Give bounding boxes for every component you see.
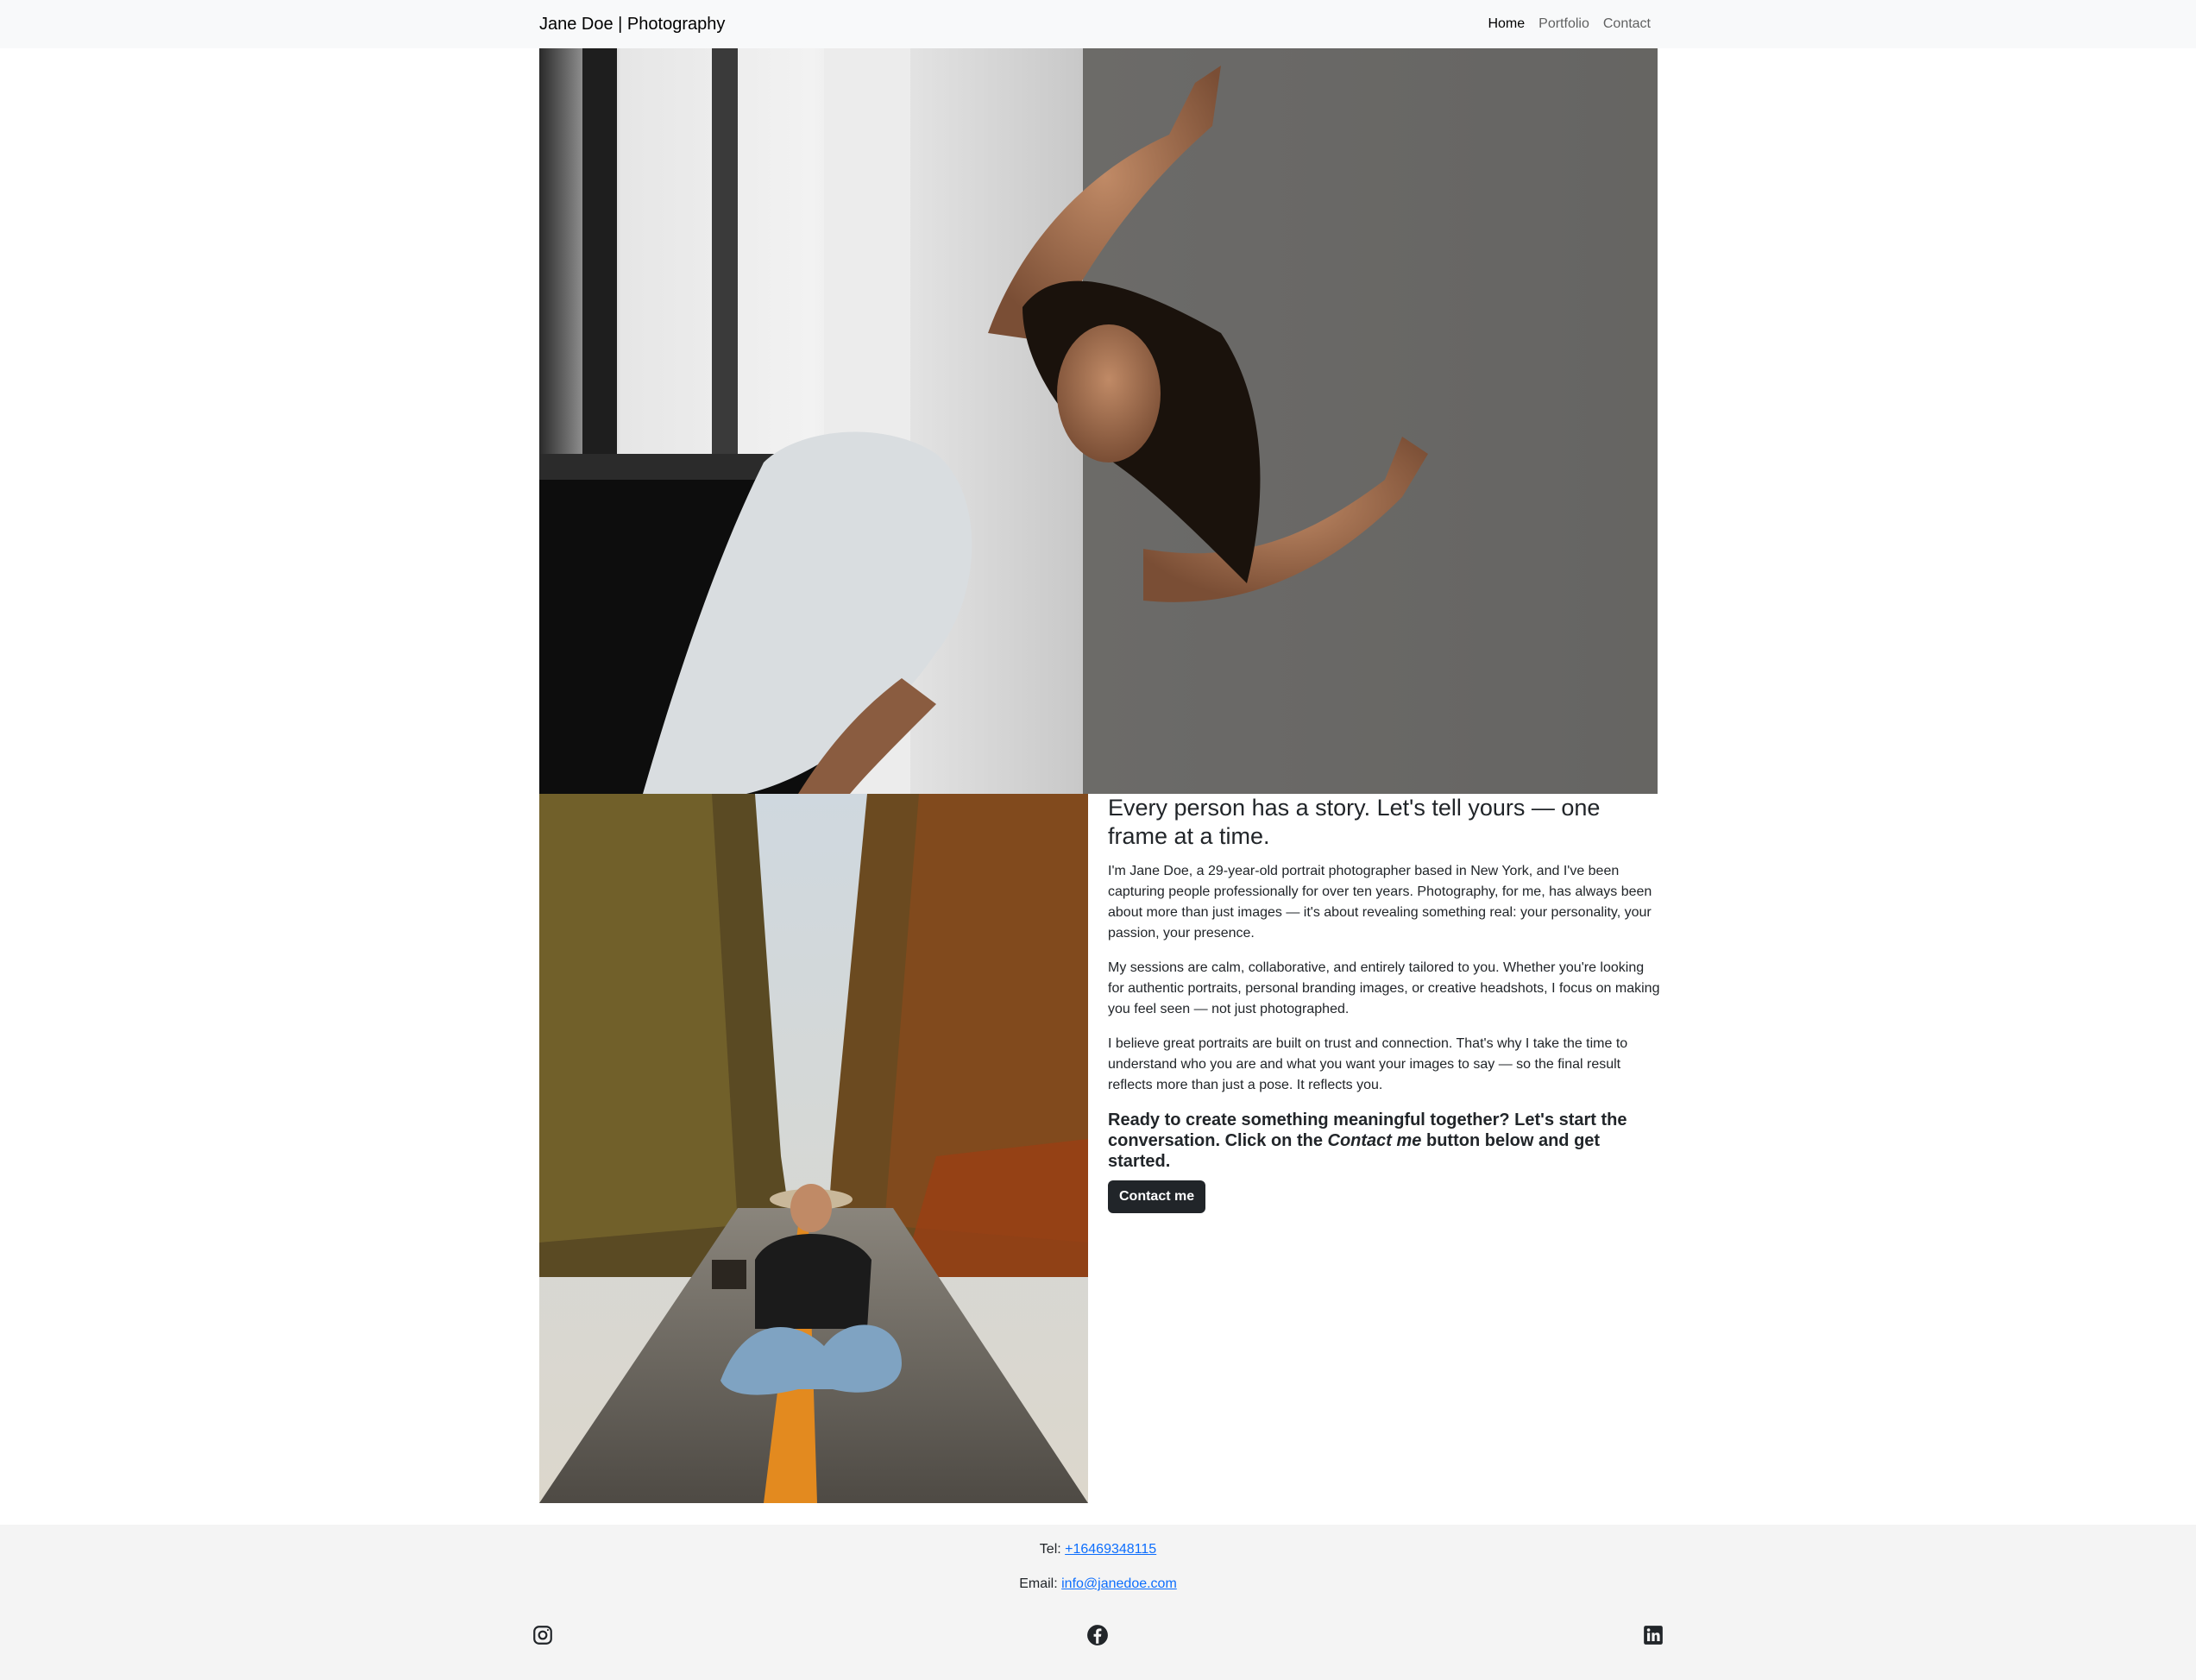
navbar: Jane Doe | Photography Home Portfolio Co… [0, 0, 2196, 48]
email-link[interactable]: info@janedoe.com [1061, 1576, 1177, 1591]
linkedin-icon[interactable] [1642, 1624, 1664, 1646]
footer-email-line: Email: info@janedoe.com [0, 1574, 2196, 1595]
hero-dancer-photo [539, 48, 1658, 794]
about-paragraph-1: I'm Jane Doe, a 29-year-old portrait pho… [1108, 864, 1652, 941]
brand-link[interactable]: Jane Doe | Photography [539, 12, 725, 36]
email-label: Email: [1019, 1576, 1062, 1591]
contact-me-button[interactable]: Contact me [1108, 1180, 1206, 1213]
about-paragraph-2: My sessions are calm, collaborative, and… [1108, 960, 1660, 1016]
road-portrait-illustration [539, 794, 1088, 1503]
tel-link[interactable]: +16469348115 [1065, 1542, 1156, 1557]
call-to-action-text: Ready to create something meaningful tog… [1108, 1110, 1660, 1172]
facebook-icon[interactable] [1086, 1624, 1109, 1646]
instagram-icon[interactable] [532, 1624, 554, 1646]
about-paragraph-3: I believe great portraits are built on t… [1108, 1036, 1628, 1092]
nav-links: Home Portfolio Contact [1488, 14, 1651, 35]
tel-label: Tel: [1039, 1542, 1066, 1557]
footer-tel-line: Tel: +16469348115 [0, 1539, 2196, 1560]
dancer-photo-illustration [539, 48, 1658, 794]
nav-portfolio-link[interactable]: Portfolio [1538, 14, 1589, 35]
cta-text-emphasis: Contact me [1327, 1131, 1422, 1150]
nav-home-link[interactable]: Home [1488, 14, 1525, 35]
side-road-portrait-photo [539, 794, 1088, 1503]
nav-contact-link[interactable]: Contact [1603, 14, 1651, 35]
about-headline: Every person has a story. Let's tell you… [1108, 795, 1601, 849]
about-section: Every person has a story. Let's tell you… [1108, 794, 1660, 1213]
